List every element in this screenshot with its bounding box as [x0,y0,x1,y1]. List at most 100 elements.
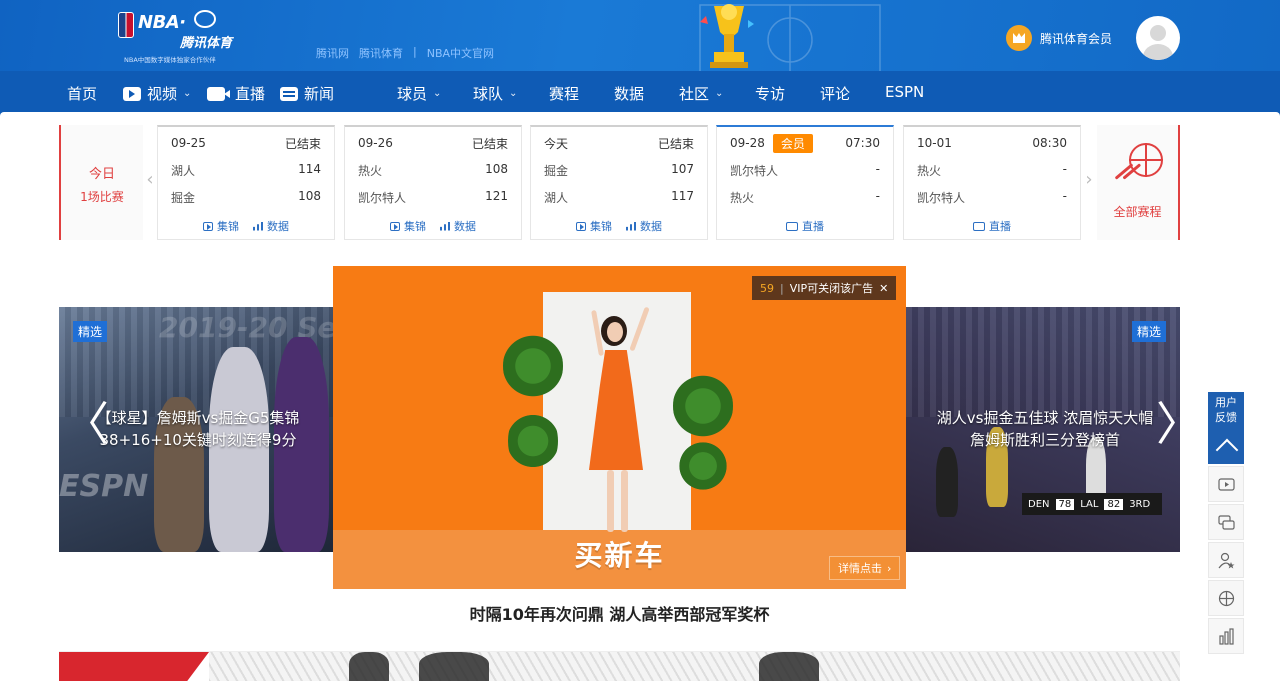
speed-lines-icon [1114,163,1134,180]
featured-caption[interactable]: 时隔10年再次问鼎 湖人高举西部冠军奖杯 [333,601,906,625]
game-time: 07:30 [845,136,880,150]
video-icon [1218,478,1235,491]
game-status: 已结束 [284,136,321,151]
slide-title[interactable]: 湖人vs掘金五佳球 浓眉惊天大帽 詹姆斯胜利三分登榜首 [926,407,1164,451]
ad-close-button[interactable]: 59 | VIP可关闭该广告 ✕ [752,276,897,300]
camera-icon [973,221,985,231]
top-links: 腾讯网 腾讯体育 | NBA中文官网 [316,45,494,61]
game-quarter: 3RD [1129,498,1151,510]
link-label: 数据 [454,220,476,233]
crown-icon [1006,25,1032,51]
nav-label: 专访 [755,85,786,103]
promo-banner[interactable] [59,651,1180,681]
highlights-link[interactable]: 集锦 [203,218,239,234]
team-score: 121 [485,189,508,203]
team-name: 掘金 [544,164,569,178]
feedback-button[interactable]: 用户 反馈 [1208,392,1244,428]
carousel-prev-arrow[interactable]: 〈 [63,399,109,449]
all-schedule-link[interactable]: 全部赛程 [1097,125,1180,240]
team-name: 热火 [917,164,942,178]
nav-item-live[interactable]: 直播 [207,83,265,104]
user-star-icon [1218,552,1235,569]
camera-icon [786,221,798,231]
team-score: 108 [485,162,508,176]
highlights-link[interactable]: 集锦 [576,218,612,234]
stats-link[interactable]: 数据 [253,218,289,234]
model-leg [607,470,614,532]
nba-tencent-logo[interactable]: NBA· 腾讯体育 NBA中国数字媒体独家合作伙伴 [118,10,243,64]
team-score: 107 [671,162,694,176]
game-card[interactable]: 今天 已结束 掘金 107 湖人 117 集锦 数据 [530,125,708,240]
basketball-icon [1129,143,1163,177]
game-card[interactable]: 09-26 已结束 热火 108 凯尔特人 121 集锦 数据 [344,125,522,240]
game-card[interactable]: 09-25 已结束 湖人 114 掘金 108 集锦 数据 [157,125,335,240]
nav-item-community[interactable]: 社区 ⌄ [679,83,723,104]
player-sketch [349,652,389,681]
nav-label: 新闻 [304,85,335,103]
team-score: 117 [671,189,694,203]
game-date: 09-28 [730,136,765,150]
stats-link[interactable]: 数据 [626,218,662,234]
featured-tag: 精选 [73,321,108,342]
schedule-next-arrow[interactable]: › [1081,170,1097,190]
link-tencent-sports[interactable]: 腾讯体育 [359,45,403,61]
chevron-down-icon: ⌄ [433,88,442,99]
slide-title-line: 詹姆斯胜利三分登榜首 [969,431,1120,449]
team-abbr: DEN [1028,498,1050,510]
slide-title-line: 38+16+10关键时刻连得9分 [99,431,297,449]
stats-link[interactable]: 数据 [440,218,476,234]
vip-membership-link[interactable]: 腾讯体育会员 [1006,25,1112,51]
nav-label: 直播 [235,85,266,103]
video-shortcut-button[interactable] [1208,466,1244,502]
stats-shortcut-button[interactable] [1208,618,1244,654]
chat-shortcut-button[interactable] [1208,504,1244,540]
link-label: 数据 [267,220,289,233]
game-card[interactable]: 10-01 08:30 热火 - 凯尔特人 - 直播 [903,125,1081,240]
vip-label: 腾讯体育会员 [1040,31,1113,46]
nav-item-stats[interactable]: 数据 [614,83,644,104]
basketball-shortcut-button[interactable] [1208,580,1244,616]
play-icon [576,221,586,231]
basketball-icon [1218,590,1235,607]
nav-item-espn[interactable]: ESPN [885,83,924,101]
link-qq[interactable]: 腾讯网 [316,45,349,61]
slide-title[interactable]: 【球星】詹姆斯vs掘金G5集锦 38+16+10关键时刻连得9分 [79,407,317,451]
carousel-next-arrow[interactable]: 〉 [1156,399,1180,449]
back-to-top-button[interactable] [1208,428,1244,464]
ad-details-button[interactable]: 详情点击 › [829,556,901,580]
chat-icon [1218,515,1235,530]
video-ad[interactable]: 买新车 59 | VIP可关闭该广告 ✕ 详情点击 › [333,266,906,589]
chart-icon [1219,628,1234,645]
game-card[interactable]: 09-28 会员 07:30 凯尔特人 - 热火 - 直播 [716,125,894,240]
logo-nba-text: NBA· [138,12,186,33]
main-nav: 首页 视频 ⌄ 直播 新闻 球员 ⌄ 球队 ⌄ 赛程 数据 社区 ⌄ 专访 评论 ESP… [0,71,1280,116]
link-nba-china[interactable]: NBA中文官网 [427,45,494,61]
highlights-link[interactable]: 集锦 [390,218,426,234]
link-label: 集锦 [217,220,239,233]
user-shortcut-button[interactable] [1208,542,1244,578]
nav-item-players[interactable]: 球员 ⌄ [397,83,441,104]
nav-label: 赛程 [549,85,580,103]
nav-item-home[interactable]: 首页 [67,83,97,104]
nav-item-schedule[interactable]: 赛程 [549,83,579,104]
nav-item-news[interactable]: 新闻 [280,83,334,104]
nav-item-comment[interactable]: 评论 [820,83,850,104]
bar-chart-icon [440,221,450,231]
close-icon: ✕ [879,281,889,295]
carousel-slide-left[interactable]: 2019-20 Season ESPN 精选 【球星】詹姆斯vs掘金G5集锦 3… [59,307,333,552]
today-games-card[interactable]: 今日 1场比赛 [59,125,143,240]
play-icon [390,221,400,231]
ad-details-text: 详情点击 [838,562,882,575]
live-link[interactable]: 直播 [786,218,824,234]
carousel-slide-right[interactable]: DEN 78 LAL 82 3RD 精选 湖人vs掘金五佳球 浓眉惊天大帽 詹姆… [906,307,1180,552]
team-score: - [875,162,880,176]
team-name: 掘金 [171,191,196,205]
schedule-prev-arrow[interactable]: ‹ [143,170,157,190]
nav-item-interview[interactable]: 专访 [755,83,785,104]
nav-label: 球员 [397,85,428,103]
live-link[interactable]: 直播 [973,218,1011,234]
game-date: 10-01 [917,136,952,150]
nav-item-teams[interactable]: 球队 ⌄ [473,83,517,104]
nav-item-video[interactable]: 视频 ⌄ [123,83,191,104]
user-avatar[interactable] [1136,16,1180,60]
